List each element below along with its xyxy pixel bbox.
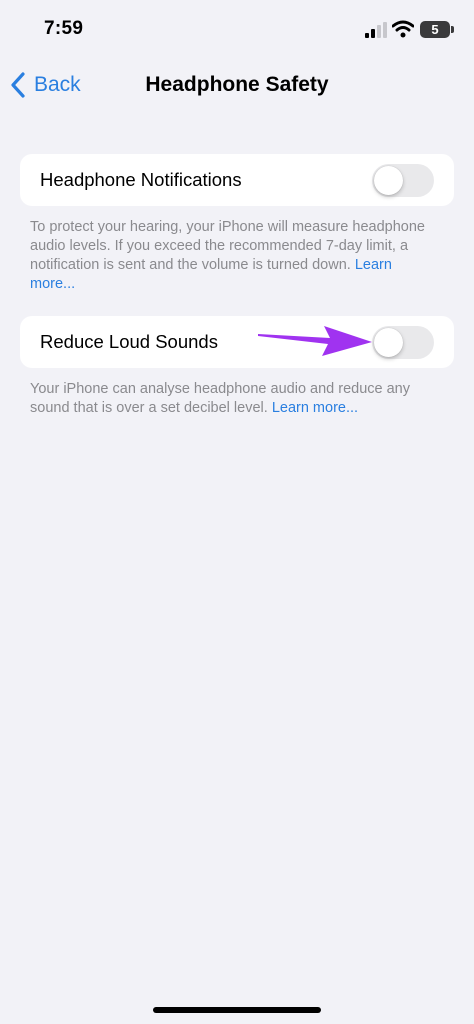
cellular-signal-icon <box>365 22 387 38</box>
headphone-notifications-footer: To protect your hearing, your iPhone wil… <box>30 218 440 294</box>
battery-level: 5 <box>431 22 439 37</box>
annotation-arrow-icon <box>258 326 372 356</box>
reduce-loud-sounds-label: Reduce Loud Sounds <box>40 331 218 352</box>
learn-more-link[interactable]: Learn more... <box>272 400 358 416</box>
headphone-notifications-row: Headphone Notifications <box>20 154 454 206</box>
page-title: Headphone Safety <box>145 73 329 96</box>
headphone-notifications-label: Headphone Notifications <box>40 169 242 190</box>
battery-icon: 5 <box>420 21 450 38</box>
status-bar: 7:59 5 <box>0 0 474 60</box>
status-time: 7:59 <box>44 18 84 39</box>
headphone-notifications-toggle[interactable] <box>372 164 434 197</box>
home-indicator[interactable] <box>153 1007 321 1013</box>
battery-cap <box>451 26 454 33</box>
screen: 7:59 5 Back Headphone Safety Headphone N… <box>0 0 474 1024</box>
reduce-loud-sounds-toggle[interactable] <box>372 326 434 359</box>
toggle-knob <box>374 328 403 357</box>
reduce-loud-sounds-row: Reduce Loud Sounds <box>20 316 454 368</box>
toggle-knob <box>374 166 403 195</box>
wifi-icon <box>392 20 414 38</box>
reduce-loud-sounds-footer: Your iPhone can analyse headphone audio … <box>30 380 440 418</box>
nav-bar: Back Headphone Safety <box>0 60 474 110</box>
